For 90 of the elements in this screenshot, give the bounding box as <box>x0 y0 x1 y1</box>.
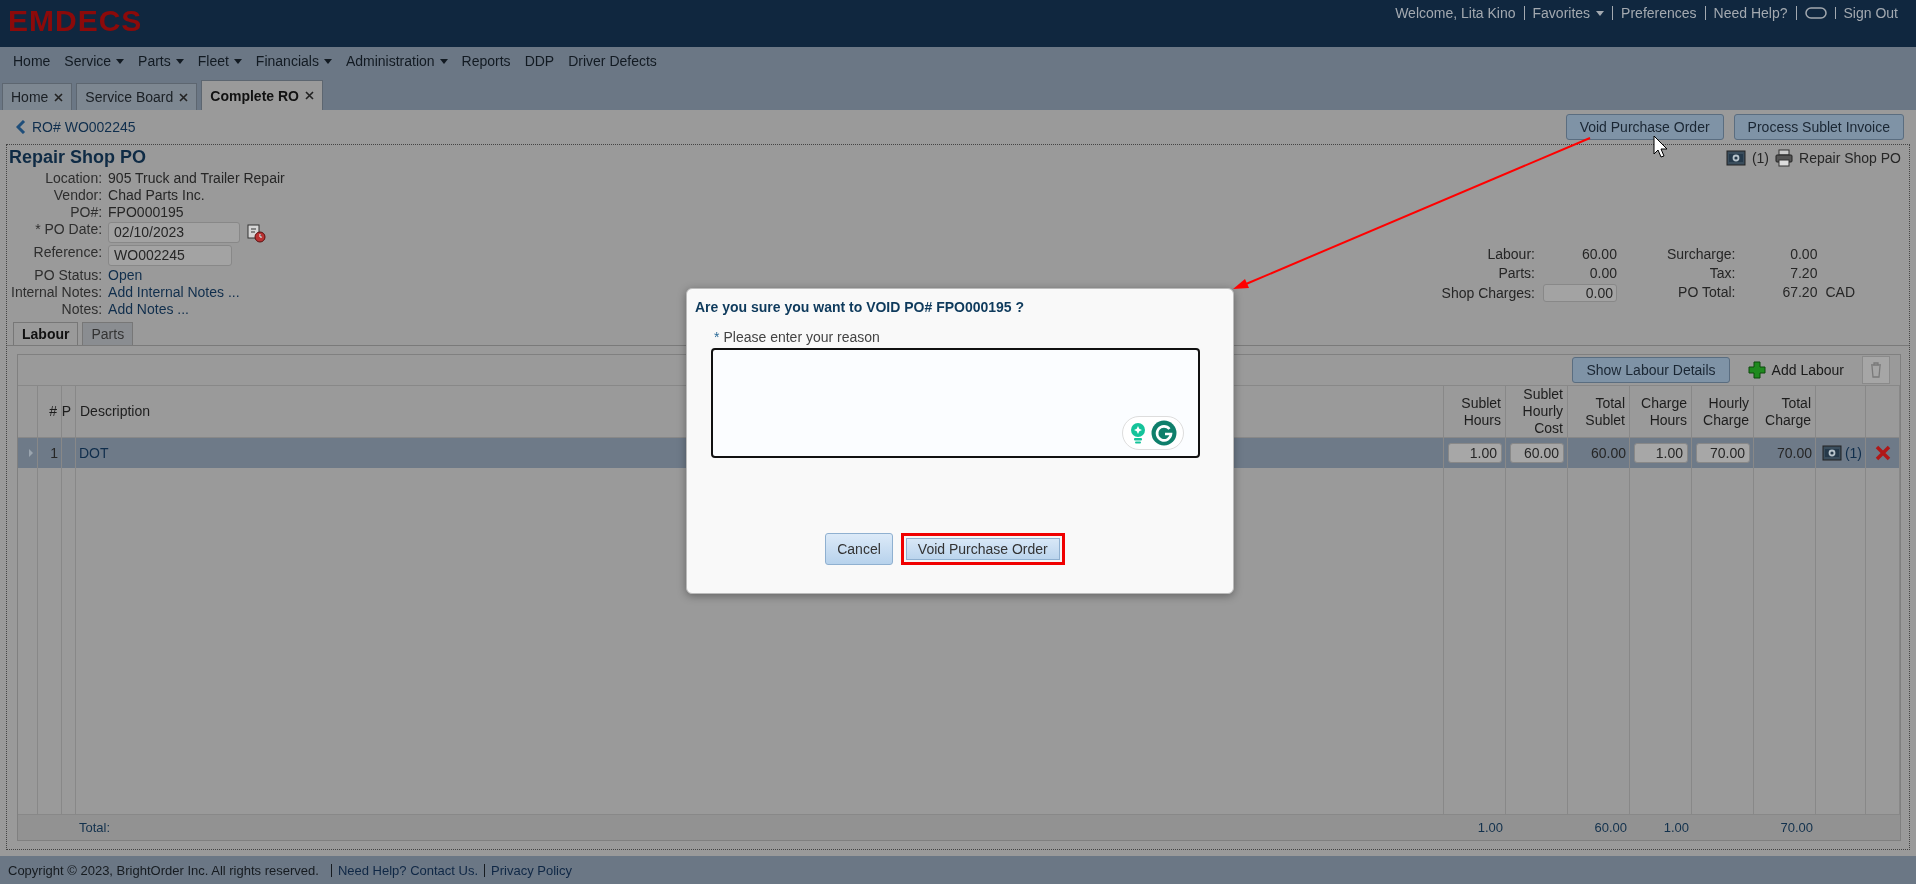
nav-menu-item[interactable]: Parts <box>131 53 191 69</box>
summary-label: Surcharge: <box>1666 246 1736 262</box>
description-link[interactable]: DOT <box>79 445 109 461</box>
action-button[interactable]: Void Purchase Order <box>1565 114 1724 140</box>
shop-charges-input[interactable]: 0.00 <box>1542 284 1617 302</box>
header-link[interactable]: Need Help? <box>1705 6 1797 20</box>
speech-bubble-icon[interactable] <box>1804 7 1827 19</box>
total-value: 60.00 <box>1594 820 1627 835</box>
total-value: 1.00 <box>1663 820 1689 835</box>
camera-icon[interactable] <box>1725 148 1746 167</box>
field-label: Vendor: <box>52 187 103 204</box>
close-icon[interactable] <box>179 92 189 102</box>
dialog-button[interactable]: Cancel <box>825 533 893 565</box>
sublet-cost-input[interactable]: 60.00 <box>1510 443 1564 463</box>
nav-menu-item[interactable]: Administration <box>338 53 455 69</box>
table-cell: 1 <box>50 445 58 461</box>
attachment-count[interactable]: (1) <box>1751 149 1770 166</box>
nav-menu-item[interactable]: Service <box>57 53 132 69</box>
printer-icon[interactable] <box>1775 148 1794 167</box>
camera-icon[interactable] <box>1821 444 1842 462</box>
charge-hours-input[interactable]: 1.00 <box>1634 443 1688 463</box>
summary-label: Labour: <box>1486 246 1535 262</box>
summary-label: Tax: <box>1708 265 1736 281</box>
summary-label: Shop Charges: <box>1441 285 1535 301</box>
breadcrumb-link[interactable]: RO# WO002245 <box>32 119 136 135</box>
field-label: * PO Date: <box>34 221 103 239</box>
summary-value: 60.00 <box>1580 246 1617 262</box>
summary-value: 67.20 <box>1781 284 1818 300</box>
mouse-pointer-icon <box>1653 135 1668 158</box>
date-input[interactable]: 02/10/2023 <box>108 222 241 243</box>
add-labour-link[interactable]: Add Labour <box>1771 362 1844 378</box>
favorites-menu[interactable]: Favorites <box>1524 6 1614 20</box>
welcome-text: Welcome, Lita Kino <box>1387 6 1525 20</box>
header-link[interactable]: Sign Out <box>1835 6 1906 20</box>
dialog-title: Are you sure you want to VOID PO# FPO000195 ? <box>694 298 1026 315</box>
document-tab[interactable]: Home <box>2 83 73 110</box>
field-value: 905 Truck and Trailer Repair <box>108 170 285 187</box>
section-tab[interactable]: Labour <box>13 322 79 345</box>
summary-label: PO Total: <box>1677 284 1736 300</box>
calendar-clock-icon[interactable] <box>246 222 267 243</box>
hourly-charge-input[interactable]: 70.00 <box>1696 443 1750 463</box>
required-mark: * <box>714 329 720 345</box>
close-icon[interactable] <box>305 91 314 100</box>
field-link[interactable]: Add Notes ... <box>108 301 189 318</box>
footer-link[interactable]: Need Help? Contact Us. <box>330 863 485 877</box>
summary-label: Parts: <box>1497 265 1535 281</box>
footer-link[interactable]: Privacy Policy <box>484 863 578 877</box>
field-label: PO#: <box>69 204 103 221</box>
sublet-hours-input[interactable]: 1.00 <box>1448 443 1502 463</box>
field-link[interactable]: Open <box>108 267 143 284</box>
field-link[interactable]: Add Internal Notes ... <box>108 284 240 301</box>
nav-menu-item[interactable]: Reports <box>454 53 518 69</box>
total-label: Total: <box>79 820 111 835</box>
attachment-count[interactable]: (1) <box>1844 445 1862 461</box>
dialog-button[interactable]: Void Purchase Order <box>900 533 1065 565</box>
field-label: Internal Notes: <box>11 284 103 301</box>
summary-value: 7.20 <box>1789 265 1818 281</box>
field-label: Please enter your reason <box>723 329 880 345</box>
back-chevron-icon[interactable] <box>16 120 26 134</box>
print-link[interactable]: Repair Shop PO <box>1799 149 1901 166</box>
summary-value: 0.00 <box>1789 246 1818 262</box>
field-label: Reference: <box>32 244 103 262</box>
page-title: Repair Shop PO <box>9 147 147 168</box>
section-tab[interactable]: Parts <box>82 322 134 345</box>
show-details-button[interactable]: Show Labour Details <box>1572 357 1730 383</box>
field-label: PO Status: <box>33 267 103 284</box>
total-value: 70.00 <box>1780 820 1813 835</box>
nav-menu-item[interactable]: DDP <box>517 53 562 69</box>
summary-value: 0.00 <box>1588 265 1617 281</box>
nav-menu-item[interactable]: Financials <box>248 53 339 69</box>
plus-icon[interactable] <box>1747 361 1766 379</box>
document-tab[interactable]: Complete RO <box>201 80 323 110</box>
total-value: 1.00 <box>1477 820 1503 835</box>
header-link[interactable]: Preferences <box>1613 6 1706 20</box>
reference-input[interactable]: WO002245 <box>108 245 233 266</box>
document-tab[interactable]: Service Board <box>76 83 198 110</box>
reason-field[interactable] <box>711 348 1200 458</box>
currency-label: CAD <box>1824 284 1855 300</box>
table-cell: 60.00 <box>1590 445 1626 461</box>
nav-menu-item[interactable]: Home <box>6 53 58 69</box>
field-value: FPO000195 <box>108 204 184 221</box>
field-value: Chad Parts Inc. <box>108 187 205 204</box>
copyright-text: Copyright © 2023, BrightOrder Inc. All rights reserved. <box>8 862 319 878</box>
close-icon[interactable] <box>54 92 64 102</box>
table-cell: 70.00 <box>1776 445 1812 461</box>
nav-menu-item[interactable]: Fleet <box>190 53 249 69</box>
field-label: Notes: <box>60 301 103 318</box>
nav-menu-item[interactable]: Driver Defects <box>561 53 664 69</box>
action-button[interactable]: Process Sublet Invoice <box>1733 114 1904 140</box>
field-label: Location: <box>44 170 103 187</box>
